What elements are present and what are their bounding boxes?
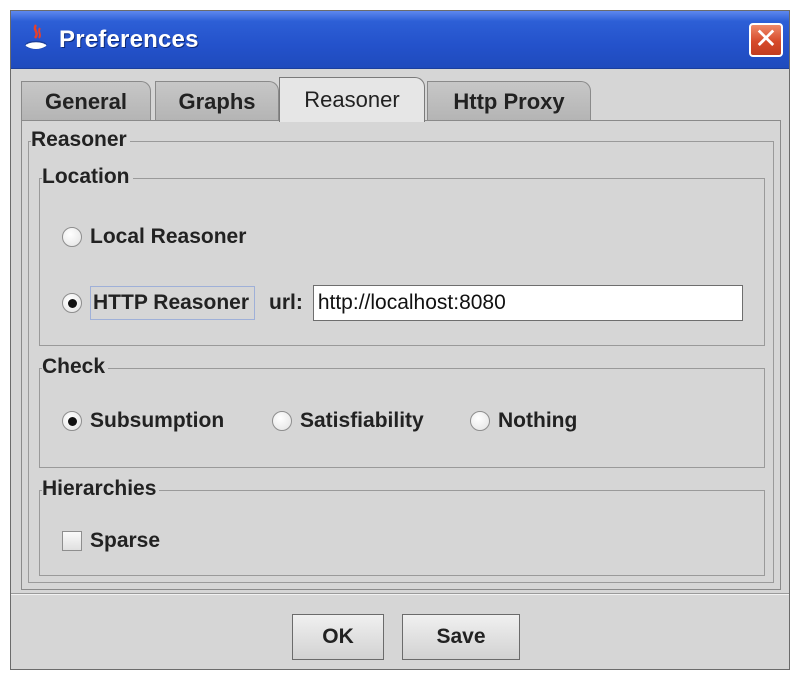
save-button-label: Save: [436, 625, 486, 648]
radio-unchecked-icon: [62, 227, 82, 247]
ok-button[interactable]: OK: [292, 614, 384, 660]
nothing-radio[interactable]: Nothing: [470, 409, 577, 433]
check-group-title: Check: [42, 355, 109, 379]
hierarchies-group: Hierarchies Sparse: [39, 477, 765, 576]
url-label: url:: [269, 291, 303, 314]
close-button[interactable]: ✕: [749, 23, 783, 57]
sparse-checkbox[interactable]: Sparse: [62, 529, 160, 553]
tab-strip: General Graphs Reasoner Http Proxy: [21, 77, 781, 122]
tab-general[interactable]: General: [21, 81, 151, 121]
checkbox-unchecked-icon: [62, 531, 82, 551]
save-button[interactable]: Save: [402, 614, 520, 660]
http-reasoner-row: HTTP Reasoner url:: [62, 285, 743, 321]
reasoner-group: Reasoner Location Local Reasoner HTTP Re…: [28, 128, 774, 583]
reasoner-group-title: Reasoner: [31, 128, 130, 152]
tab-general-label: General: [45, 88, 127, 114]
footer-separator: [11, 593, 789, 595]
location-group: Location Local Reasoner HTTP Reasoner ur…: [39, 165, 765, 346]
nothing-label: Nothing: [498, 409, 578, 432]
radio-unchecked-icon: [272, 411, 292, 431]
satisfiability-label: Satisfiability: [300, 409, 424, 432]
preferences-dialog: Preferences ✕ General Graphs Reasoner Ht…: [10, 10, 790, 670]
subsumption-radio[interactable]: Subsumption: [62, 409, 224, 433]
window-title: Preferences: [59, 26, 199, 53]
ok-button-label: OK: [322, 625, 354, 648]
location-group-title: Location: [42, 165, 133, 189]
tab-graphs[interactable]: Graphs: [155, 81, 279, 121]
reasoner-tab-panel: Reasoner Location Local Reasoner HTTP Re…: [21, 120, 781, 590]
satisfiability-radio[interactable]: Satisfiability: [272, 409, 424, 433]
hierarchies-group-title: Hierarchies: [42, 477, 160, 501]
tab-http-proxy[interactable]: Http Proxy: [427, 81, 591, 121]
close-icon: ✕: [754, 23, 778, 54]
radio-checked-icon: [62, 411, 82, 431]
tab-http-proxy-label: Http Proxy: [453, 88, 565, 114]
http-reasoner-label[interactable]: HTTP Reasoner: [90, 286, 255, 320]
local-reasoner-radio[interactable]: Local Reasoner: [62, 225, 246, 249]
sparse-label: Sparse: [90, 529, 161, 552]
tab-graphs-label: Graphs: [178, 88, 256, 114]
check-group: Check Subsumption Satisfiability Nothing: [39, 355, 765, 468]
title-bar[interactable]: Preferences ✕: [11, 11, 789, 69]
url-input[interactable]: [312, 285, 743, 321]
tab-reasoner-label: Reasoner: [304, 87, 400, 112]
radio-checked-icon[interactable]: [62, 293, 82, 313]
radio-unchecked-icon: [470, 411, 490, 431]
local-reasoner-label: Local Reasoner: [90, 225, 247, 248]
subsumption-label: Subsumption: [90, 409, 225, 432]
tab-reasoner[interactable]: Reasoner: [279, 77, 425, 122]
java-cup-icon: [23, 23, 49, 51]
